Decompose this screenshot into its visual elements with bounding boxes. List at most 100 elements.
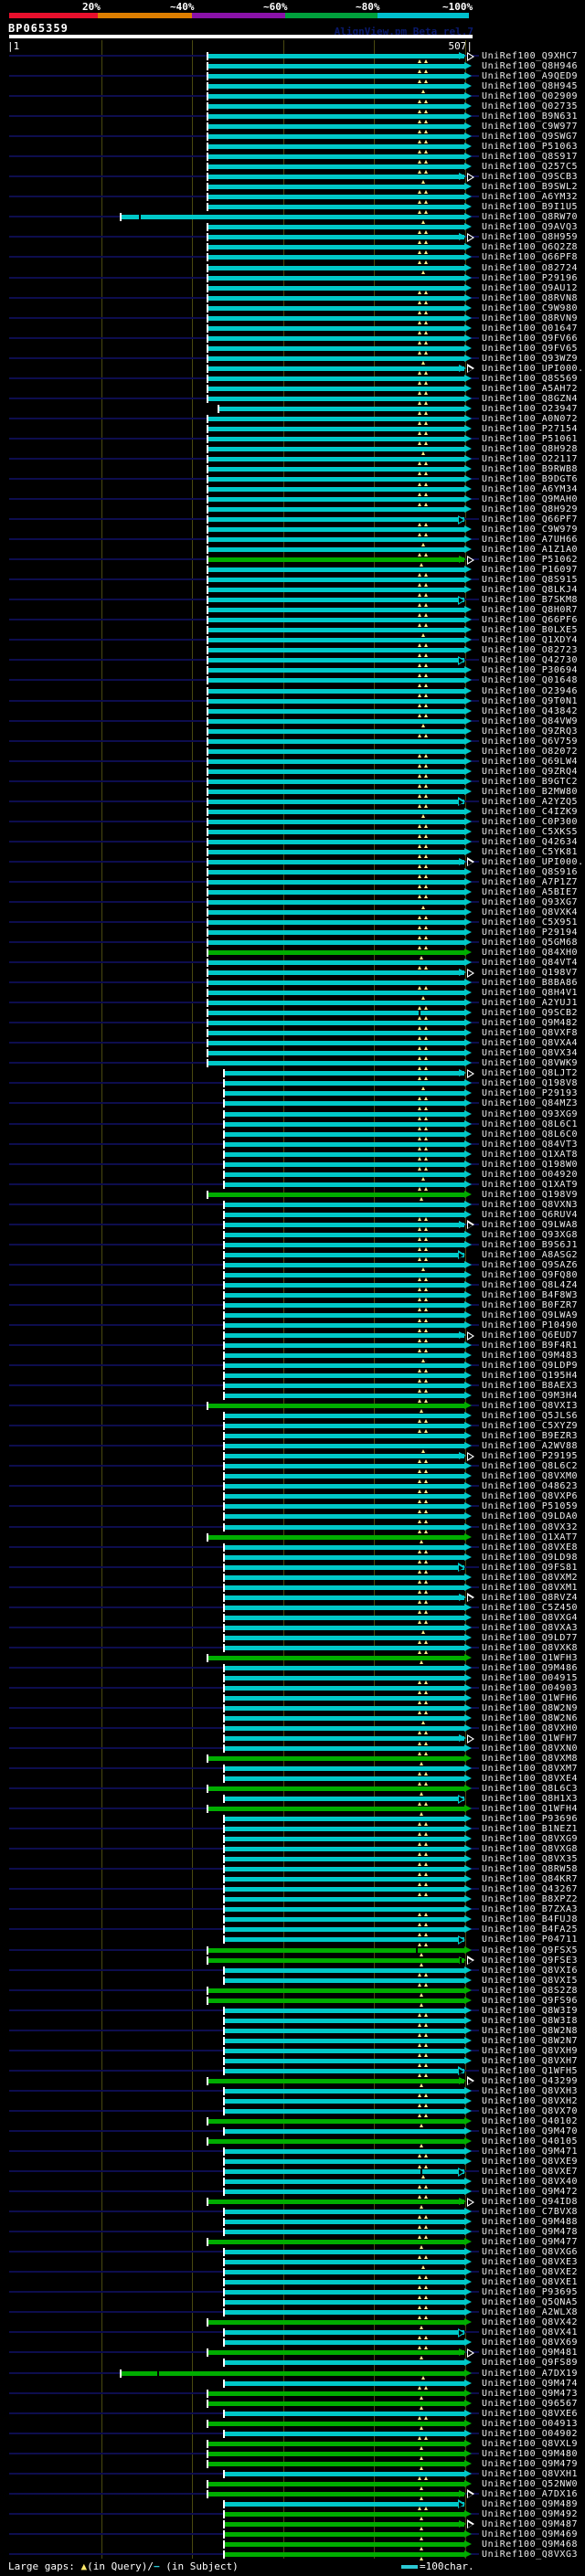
hit-bar[interactable] — [208, 325, 464, 331]
hit-bar[interactable] — [225, 1091, 464, 1097]
hit-bar[interactable] — [225, 1574, 464, 1580]
hit-label[interactable]: UniRef100_Q66PF7 — [482, 514, 578, 525]
hit-bar[interactable] — [225, 2189, 464, 2195]
hit-bar[interactable] — [208, 487, 464, 493]
hit-label[interactable]: UniRef100_Q9M468 — [482, 2539, 578, 2549]
hit-bar[interactable] — [225, 1282, 464, 1288]
hit-bar[interactable] — [225, 1494, 464, 1500]
hit-label[interactable]: UniRef100_A8ASG2 — [482, 1250, 578, 1260]
hit-label[interactable]: UniRef100_B8XPZ2 — [482, 1894, 578, 1904]
hit-label[interactable]: UniRef100_Q8W3I9 — [482, 2006, 578, 2016]
hit-label[interactable]: UniRef100_A7P1Z7 — [482, 877, 578, 887]
hit-bar[interactable] — [208, 608, 464, 613]
hit-bar[interactable] — [225, 1544, 464, 1550]
hit-bar[interactable] — [208, 2461, 464, 2466]
hit-label[interactable]: UniRef100_Q8VXE1 — [482, 2277, 578, 2287]
hit-bar[interactable] — [225, 2431, 464, 2436]
hit-label[interactable]: UniRef100_Q8W2N8 — [482, 2026, 578, 2036]
hit-label[interactable]: UniRef100_B9RWB8 — [482, 464, 578, 474]
hit-bar[interactable] — [225, 1484, 464, 1489]
hit-label[interactable]: UniRef100_C5YK81 — [482, 847, 578, 857]
hit-bar[interactable] — [208, 305, 464, 311]
hit-bar[interactable] — [208, 477, 464, 482]
hit-bar[interactable] — [208, 416, 464, 421]
hit-bar[interactable] — [208, 2451, 464, 2456]
hit-label[interactable]: UniRef100_Q9M470 — [482, 2126, 578, 2136]
hit-label[interactable]: UniRef100_Q8RVN9 — [482, 313, 578, 323]
hit-bar[interactable] — [208, 618, 464, 623]
hit-label[interactable]: UniRef100_Q8S569 — [482, 374, 578, 384]
hit-label[interactable]: UniRef100_Q8VX69 — [482, 2337, 578, 2348]
hit-bar[interactable] — [225, 1887, 464, 1892]
hit-label[interactable]: UniRef100_Q8VX40 — [482, 2177, 578, 2187]
hit-label[interactable]: UniRef100_Q5GM68 — [482, 938, 578, 948]
hit-bar[interactable] — [208, 2138, 464, 2144]
hit-bar[interactable] — [208, 839, 464, 844]
hit-label[interactable]: UniRef100_B9S6J1 — [482, 1240, 578, 1250]
hit-label[interactable]: UniRef100_A5AH72 — [482, 384, 578, 394]
hit-bar[interactable] — [208, 567, 464, 573]
hit-label[interactable]: UniRef100_Q9M469 — [482, 2529, 578, 2539]
hit-label[interactable]: UniRef100_C9W979 — [482, 525, 578, 535]
hit-bar[interactable] — [208, 366, 464, 371]
hit-label[interactable]: UniRef100_Q8VXM0 — [482, 1471, 578, 1481]
hit-label[interactable]: UniRef100_UPI000.. — [482, 364, 585, 374]
hit-label[interactable]: UniRef100_Q8L6C1 — [482, 1119, 578, 1129]
hit-label[interactable]: UniRef100_Q9FS81 — [482, 1563, 578, 1573]
hit-bar[interactable] — [225, 1323, 464, 1329]
hit-bar[interactable] — [208, 708, 464, 714]
hit-bar[interactable] — [208, 889, 464, 895]
hit-label[interactable]: UniRef100_Q96567 — [482, 2399, 578, 2409]
hit-label[interactable]: UniRef100_P93696 — [482, 1814, 578, 1824]
hit-label[interactable]: UniRef100_Q02909 — [482, 91, 578, 101]
hit-label[interactable]: UniRef100_B7SKM8 — [482, 595, 578, 605]
hit-label[interactable]: UniRef100_Q8VX34 — [482, 1048, 578, 1058]
hit-bar[interactable] — [225, 1715, 464, 1721]
hit-bar[interactable] — [225, 1615, 464, 1620]
hit-bar[interactable] — [208, 1001, 464, 1006]
hit-label[interactable]: UniRef100_A2YUJ1 — [482, 998, 578, 1008]
hit-label[interactable]: UniRef100_O82724 — [482, 263, 578, 273]
hit-label[interactable]: UniRef100_Q8VXE3 — [482, 2257, 578, 2267]
hit-label[interactable]: UniRef100_Q8H928 — [482, 444, 578, 454]
hit-bar[interactable] — [208, 578, 464, 583]
hit-label[interactable]: UniRef100_Q8VXE6 — [482, 2409, 578, 2419]
hit-bar[interactable] — [225, 2290, 464, 2295]
hit-bar[interactable] — [225, 2270, 464, 2275]
hit-bar[interactable] — [225, 1262, 464, 1267]
hit-label[interactable]: UniRef100_A7DX16 — [482, 2489, 578, 2499]
hit-bar[interactable] — [208, 1807, 464, 1812]
hit-bar[interactable] — [225, 1111, 464, 1117]
hit-label[interactable]: UniRef100_Q43267 — [482, 1884, 578, 1894]
hit-label[interactable]: UniRef100_Q9LD77 — [482, 1633, 578, 1643]
hit-label[interactable]: UniRef100_P27154 — [482, 424, 578, 434]
hit-bar[interactable] — [208, 114, 464, 120]
hit-bar[interactable] — [208, 638, 464, 643]
hit-bar[interactable] — [225, 2310, 464, 2316]
hit-bar[interactable] — [208, 315, 464, 321]
hit-label[interactable]: UniRef100_Q8VXM2 — [482, 1573, 578, 1583]
hit-label[interactable]: UniRef100_Q8VXG3 — [482, 2549, 578, 2560]
hit-label[interactable]: UniRef100_Q8W2N9 — [482, 1703, 578, 1713]
hit-label[interactable]: UniRef100_Q8VX70 — [482, 2106, 578, 2116]
hit-bar[interactable] — [208, 698, 464, 704]
hit-bar[interactable] — [208, 335, 464, 341]
hit-label[interactable]: UniRef100_C5Z450 — [482, 1603, 578, 1613]
hit-bar[interactable] — [225, 2260, 464, 2265]
hit-bar[interactable] — [225, 1383, 464, 1389]
hit-bar[interactable] — [225, 1464, 464, 1469]
hit-label[interactable]: UniRef100_O23947 — [482, 404, 578, 414]
hit-bar[interactable] — [208, 728, 464, 734]
hit-bar[interactable] — [225, 2098, 464, 2104]
hit-bar[interactable] — [225, 1363, 464, 1369]
hit-bar[interactable] — [208, 1041, 464, 1046]
hit-bar[interactable] — [225, 2169, 464, 2175]
hit-bar[interactable] — [225, 2340, 464, 2346]
hit-label[interactable]: UniRef100_Q8VXH9 — [482, 2046, 578, 2056]
hit-label[interactable]: UniRef100_P51063 — [482, 142, 578, 152]
hit-label[interactable]: UniRef100_Q9LD98 — [482, 1553, 578, 1563]
hit-bar[interactable] — [208, 205, 464, 210]
hit-bar[interactable] — [208, 2350, 464, 2356]
hit-bar[interactable] — [225, 1867, 464, 1872]
hit-bar[interactable] — [225, 1071, 464, 1076]
